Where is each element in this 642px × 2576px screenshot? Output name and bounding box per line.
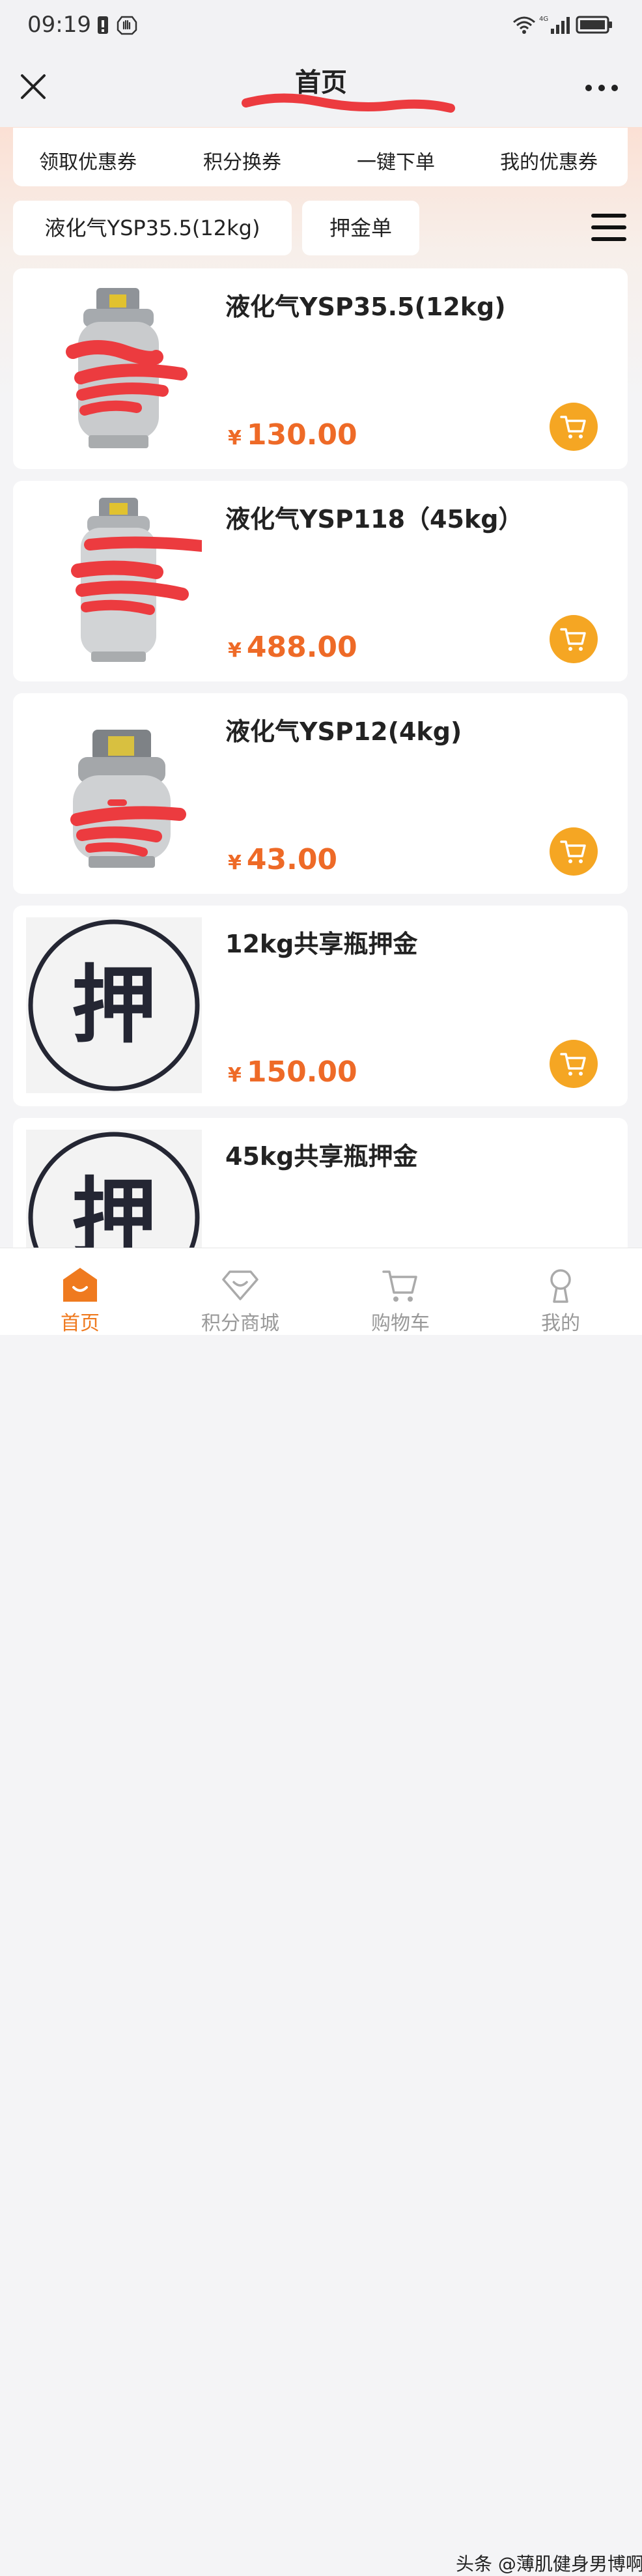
filter-chip-lpg-12kg[interactable]: 液化气YSP35.5(12kg) [13,201,292,255]
product-price: ¥130.00 [228,418,357,451]
price-value: 488.00 [246,631,357,664]
product-card[interactable]: 液化气YSP35.5(12kg) ¥130.00 [13,268,628,469]
seal-character: 押 [72,956,156,1055]
price-value: 43.00 [246,843,338,876]
price-value: 130.00 [246,418,357,451]
deposit-seal-image: 押 [26,917,202,1093]
profile-icon [550,1269,571,1303]
product-price: ¥488.00 [228,631,357,664]
product-card[interactable]: 液化气YSP12(4kg) ¥43.00 [13,693,628,894]
network-type-label: 4G [539,16,548,23]
product-name: 12kg共享瓶押金 [225,930,418,958]
gas-cylinder-image [66,288,188,448]
product-name: 液化气YSP118（45kg） [225,505,523,534]
cart-icon [382,1270,417,1302]
cart-icon [560,840,586,863]
home-icon [63,1268,97,1302]
tab-home[interactable]: 首页 [0,1248,160,1335]
filter-chip-deposit[interactable]: 押金单 [302,201,419,255]
tab-profile[interactable]: 我的 [481,1248,641,1335]
add-to-cart-button[interactable] [550,1040,598,1088]
currency-symbol: ¥ [228,852,242,874]
status-bar: 09:19 4G [0,0,642,52]
tab-cart[interactable]: 购物车 [320,1248,481,1335]
watermark: 头条 @薄肌健身男博啊 [456,2553,642,2575]
product-name: 45kg共享瓶押金 [225,1142,418,1171]
add-to-cart-button[interactable] [550,827,598,876]
wifi-icon [513,16,535,34]
gas-cylinder-image [71,498,202,662]
redacted-url-scribble [242,93,455,113]
hand-icon [117,16,137,35]
price-value: 150.00 [246,1055,357,1089]
add-to-cart-button[interactable] [550,615,598,663]
tab-label: 我的 [541,1312,580,1335]
product-price: ¥150.00 [228,1055,357,1089]
cart-icon [560,1053,586,1076]
quick-action-points-exchange[interactable]: 积分换券 [203,146,281,175]
battery-alert-icon [98,16,108,34]
currency-symbol: ¥ [228,639,242,662]
cart-icon [560,416,586,438]
product-name: 液化气YSP12(4kg) [225,717,462,746]
quick-action-one-click-order[interactable]: 一键下单 [357,146,435,175]
gas-cylinder-image [70,730,186,868]
product-price: ¥43.00 [228,843,337,876]
currency-symbol: ¥ [228,427,242,450]
product-card[interactable]: 押 12kg共享瓶押金 ¥150.00 [13,906,628,1106]
product-card[interactable]: 液化气YSP118（45kg） ¥488.00 [13,481,628,681]
bottom-tab-bar: 首页 积分商城 购物车 我的 头条 @薄肌健身男博啊 [0,1248,642,2575]
battery-icon [576,16,612,34]
points-mall-icon [222,1270,258,1300]
add-to-cart-button[interactable] [550,403,598,451]
quick-action-get-coupon[interactable]: 领取优惠券 [39,146,137,175]
tab-label: 购物车 [371,1312,430,1335]
status-time: 09:19 [27,12,91,38]
tab-points-mall[interactable]: 积分商城 [160,1248,320,1335]
more-options-icon[interactable] [583,78,620,98]
quick-actions-bar: 领取优惠券 积分换券 一键下单 我的优惠券 [13,128,628,186]
tab-label: 首页 [61,1312,100,1335]
menu-icon[interactable] [590,212,628,242]
tab-label: 积分商城 [201,1312,279,1335]
product-name: 液化气YSP35.5(12kg) [225,293,506,321]
quick-action-my-coupons[interactable]: 我的优惠券 [500,146,598,175]
currency-symbol: ¥ [228,1064,242,1087]
cart-icon [560,628,586,651]
signal-icon: 4G [539,16,570,34]
